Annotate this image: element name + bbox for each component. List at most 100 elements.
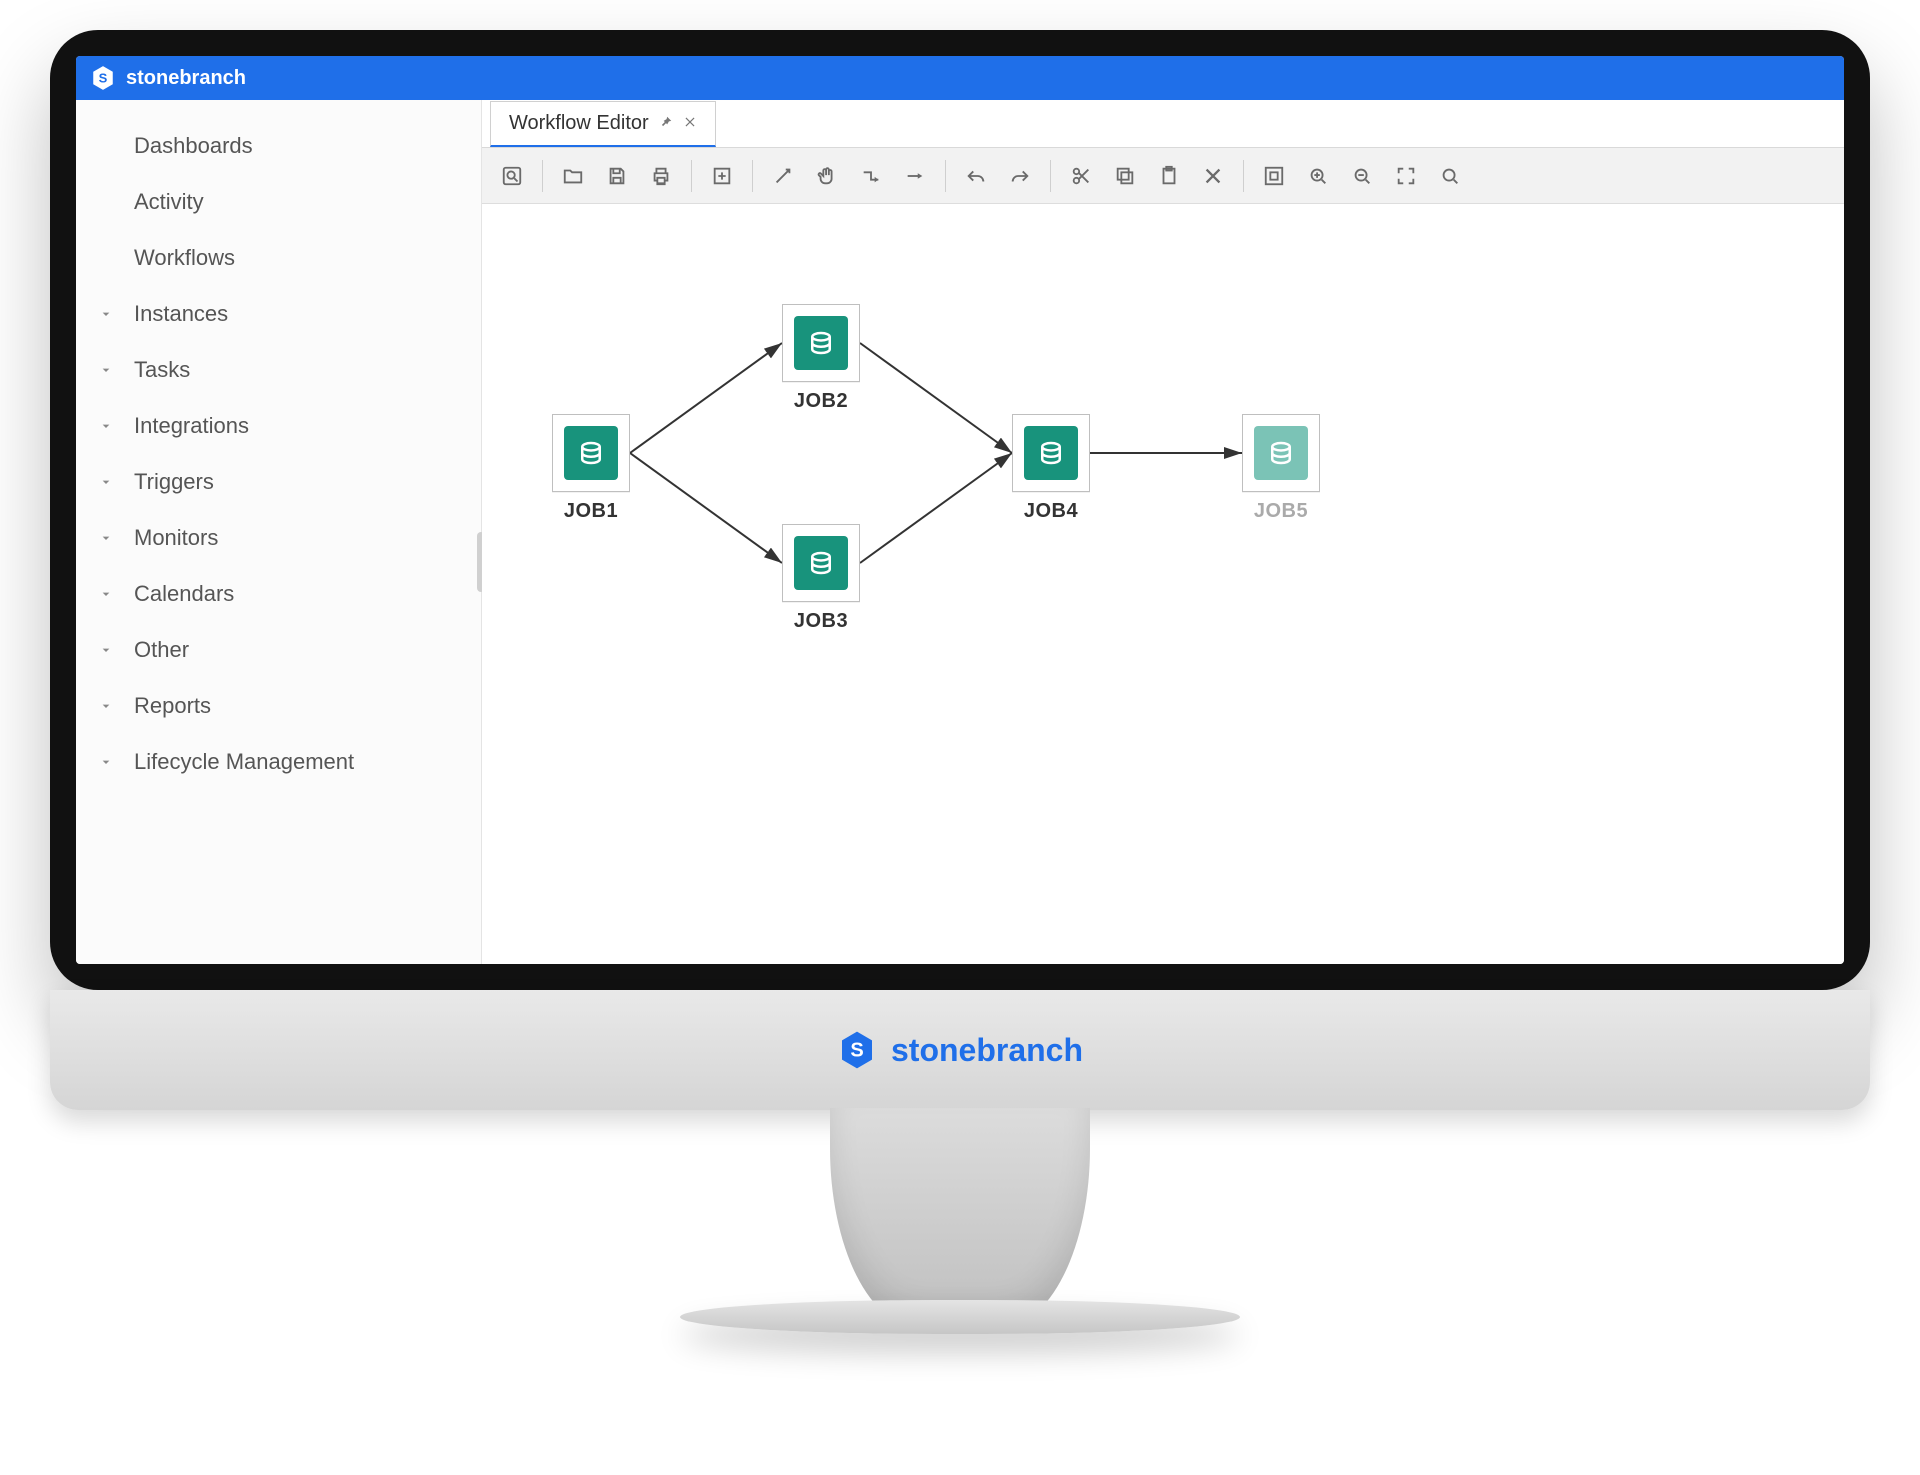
monitor-neck	[830, 1108, 1090, 1328]
workflow-node-job2[interactable]: JOB2	[782, 304, 860, 413]
sidebar-item-integrations[interactable]: Integrations	[76, 398, 481, 454]
sidebar-item-label: Lifecycle Management	[134, 749, 354, 775]
sidebar-item-tasks[interactable]: Tasks	[76, 342, 481, 398]
toolbar-separator	[1243, 160, 1244, 192]
node-box	[782, 304, 860, 382]
sidebar-item-label: Instances	[134, 301, 228, 327]
workflow-node-job4[interactable]: JOB4	[1012, 414, 1090, 523]
task-icon	[1254, 426, 1308, 480]
tab-bar: Workflow Editor	[482, 100, 1844, 148]
connector-straight-icon	[904, 165, 926, 187]
close-icon[interactable]	[683, 112, 697, 135]
node-label: JOB3	[782, 610, 860, 633]
brand-name: stonebranch	[126, 67, 246, 90]
monitor-chin: S stonebranch	[50, 990, 1870, 1110]
node-label: JOB5	[1242, 500, 1320, 523]
search-icon	[1439, 165, 1461, 187]
chevron-down-icon	[98, 754, 124, 770]
add-button[interactable]	[702, 156, 742, 196]
brand-name: stonebranch	[891, 1032, 1083, 1069]
add-icon	[711, 165, 733, 187]
sidebar-item-label: Dashboards	[134, 133, 253, 159]
delete-button[interactable]	[1193, 156, 1233, 196]
sidebar-item-calendars[interactable]: Calendars	[76, 566, 481, 622]
fullscreen-icon	[1395, 165, 1417, 187]
paste-icon	[1158, 165, 1180, 187]
pan-button[interactable]	[807, 156, 847, 196]
brand-logo-icon: S	[837, 1030, 877, 1070]
node-label: JOB4	[1012, 500, 1090, 523]
toolbar	[482, 148, 1844, 204]
sidebar-item-triggers[interactable]: Triggers	[76, 454, 481, 510]
chevron-down-icon	[98, 362, 124, 378]
undo-button[interactable]	[956, 156, 996, 196]
copy-icon	[1114, 165, 1136, 187]
toolbar-separator	[1050, 160, 1051, 192]
delete-icon	[1202, 165, 1224, 187]
save-button[interactable]	[597, 156, 637, 196]
task-icon	[794, 316, 848, 370]
save-icon	[606, 165, 628, 187]
chevron-down-icon	[98, 642, 124, 658]
copy-button[interactable]	[1105, 156, 1145, 196]
workflow-node-job3[interactable]: JOB3	[782, 524, 860, 633]
search-button[interactable]	[1430, 156, 1470, 196]
pointer-button[interactable]	[763, 156, 803, 196]
main-area: Workflow Editor	[482, 100, 1844, 964]
open-folder-button[interactable]	[553, 156, 593, 196]
edge-JOB1-JOB2[interactable]	[630, 343, 782, 453]
print-icon	[650, 165, 672, 187]
monitor-frame: S stonebranch DashboardsActivityWorkflow…	[50, 30, 1870, 990]
print-button[interactable]	[641, 156, 681, 196]
pin-icon[interactable]	[659, 112, 673, 135]
paste-button[interactable]	[1149, 156, 1189, 196]
workflow-node-job5[interactable]: JOB5	[1242, 414, 1320, 523]
chevron-down-icon	[98, 586, 124, 602]
sidebar-item-label: Monitors	[134, 525, 218, 551]
workflow-canvas[interactable]: JOB1 JOB2 JOB3 JOB4 JOB5	[482, 204, 1844, 964]
open-folder-icon	[562, 165, 584, 187]
fullscreen-button[interactable]	[1386, 156, 1426, 196]
edge-JOB3-JOB4[interactable]	[860, 453, 1012, 563]
sidebar-item-activity[interactable]: Activity	[76, 174, 481, 230]
zoom-in-button[interactable]	[1298, 156, 1338, 196]
sidebar-item-reports[interactable]: Reports	[76, 678, 481, 734]
brand-logo-icon: S	[90, 65, 116, 91]
node-box	[782, 524, 860, 602]
cut-button[interactable]	[1061, 156, 1101, 196]
connector-elbow-button[interactable]	[851, 156, 891, 196]
zoom-preview-button[interactable]	[492, 156, 532, 196]
node-label: JOB2	[782, 390, 860, 413]
chevron-down-icon	[98, 698, 124, 714]
sidebar: Dashboards Activity Workflows Instances Task…	[76, 100, 482, 964]
toolbar-separator	[945, 160, 946, 192]
sidebar-item-dashboards[interactable]: Dashboards	[76, 118, 481, 174]
svg-text:S: S	[99, 70, 108, 85]
sidebar-item-other[interactable]: Other	[76, 622, 481, 678]
edge-JOB2-JOB4[interactable]	[860, 343, 1012, 453]
sidebar-item-workflows[interactable]: Workflows	[76, 230, 481, 286]
task-icon	[1024, 426, 1078, 480]
connector-straight-button[interactable]	[895, 156, 935, 196]
edge-JOB1-JOB3[interactable]	[630, 453, 782, 563]
zoom-out-button[interactable]	[1342, 156, 1382, 196]
redo-button[interactable]	[1000, 156, 1040, 196]
chevron-down-icon	[98, 306, 124, 322]
sidebar-item-instances[interactable]: Instances	[76, 286, 481, 342]
connector-elbow-icon	[860, 165, 882, 187]
svg-text:S: S	[850, 1040, 863, 1062]
sidebar-item-monitors[interactable]: Monitors	[76, 510, 481, 566]
task-icon	[794, 536, 848, 590]
node-box	[1012, 414, 1090, 492]
sidebar-item-label: Calendars	[134, 581, 234, 607]
sidebar-item-label: Other	[134, 637, 189, 663]
sidebar-item-label: Workflows	[134, 245, 235, 271]
node-box	[552, 414, 630, 492]
fit-button[interactable]	[1254, 156, 1294, 196]
monitor-base	[680, 1300, 1240, 1334]
tab-workflow-editor[interactable]: Workflow Editor	[490, 101, 716, 147]
workflow-node-job1[interactable]: JOB1	[552, 414, 630, 523]
sidebar-item-lifecycle-management[interactable]: Lifecycle Management	[76, 734, 481, 790]
chevron-down-icon	[98, 418, 124, 434]
undo-icon	[965, 165, 987, 187]
